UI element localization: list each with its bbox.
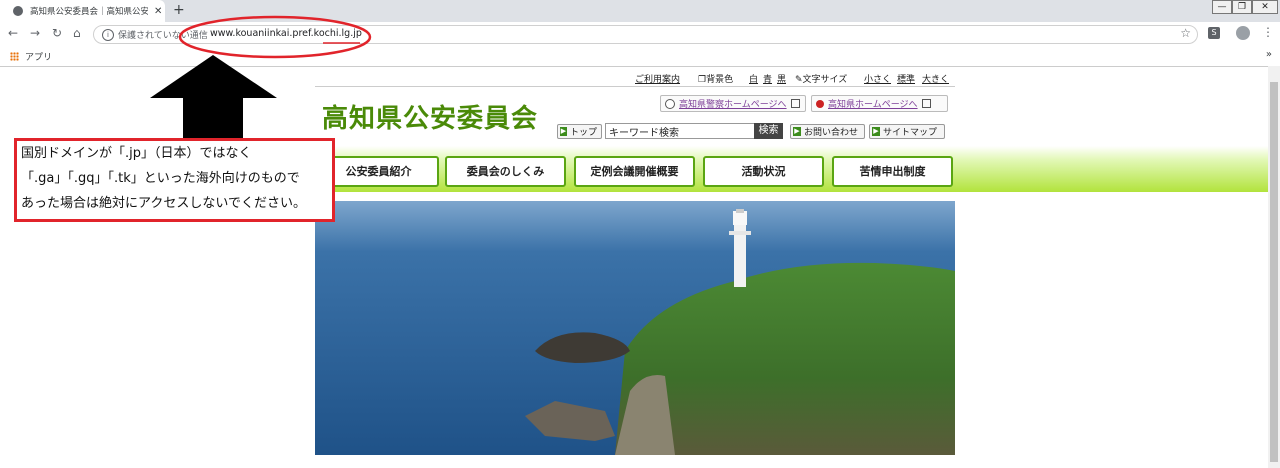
- nav-committee-structure[interactable]: 委員会のしくみ: [445, 156, 566, 187]
- tab-close-icon[interactable]: ✕: [154, 6, 162, 17]
- security-status: 保護されていない通信: [118, 31, 208, 41]
- minimize-icon[interactable]: —: [1212, 0, 1232, 14]
- home-icon[interactable]: ⌂: [73, 26, 81, 40]
- arrow-up-icon: [150, 55, 277, 140]
- pref-emblem-icon: [816, 99, 824, 108]
- warning-annotation: 国別ドメインが「.jp」（日本）ではなく 「.ga」「.gq」「.tk」といった…: [14, 138, 335, 222]
- play-icon: [665, 98, 675, 109]
- top-button[interactable]: ▶ トップ: [557, 124, 602, 139]
- arrow-right-icon: ▶: [872, 127, 880, 136]
- bookmarks-more[interactable]: »: [1266, 49, 1272, 60]
- bgcolor-text: 背景色: [706, 75, 734, 85]
- size-standard-link[interactable]: 標準: [897, 72, 915, 85]
- arrow-right-icon: ▶: [793, 127, 801, 136]
- tab-title: 高知県公安委員会｜高知県公安委: [30, 7, 148, 17]
- police-homepage-link[interactable]: 高知県警察ホームページへ: [660, 95, 806, 112]
- address-bar[interactable]: i 保護されていない通信 www.kouaniinkai.pref.kochi.…: [93, 25, 1198, 44]
- bg-black-link[interactable]: 黒: [777, 72, 786, 85]
- external-window-icon: [790, 99, 800, 108]
- external-window-icon: [921, 99, 931, 108]
- sitemap-button-label: サイトマップ: [883, 128, 938, 138]
- police-link-text: 高知県警察ホームページへ: [679, 100, 787, 110]
- globe-icon: [13, 6, 23, 16]
- extension-icon[interactable]: S: [1208, 27, 1220, 39]
- scrollbar-thumb[interactable]: [1270, 82, 1278, 462]
- forward-icon[interactable]: →: [30, 26, 40, 40]
- nav-complaints[interactable]: 苦情申出制度: [832, 156, 953, 187]
- cape-lighthouse-illustration: [315, 201, 955, 455]
- arrow-right-icon: ▶: [560, 127, 567, 136]
- browser-tab[interactable]: 高知県公安委員会｜高知県公安委 ✕: [0, 0, 165, 22]
- close-window-icon[interactable]: ✕: [1252, 0, 1278, 14]
- fontsize-text: 文字サイズ: [802, 75, 848, 85]
- apps-bookmark[interactable]: アプリ: [25, 50, 52, 63]
- guide-link[interactable]: ご利用案内: [635, 72, 680, 85]
- restore-icon[interactable]: ❐: [1232, 0, 1252, 14]
- sitemap-button[interactable]: ▶ サイトマップ: [869, 124, 945, 139]
- nav-activities[interactable]: 活動状況: [703, 156, 824, 187]
- search-input[interactable]: [605, 123, 755, 139]
- bgcolor-label: ❐背景色: [698, 72, 733, 85]
- site-title[interactable]: 高知県公安委員会: [322, 98, 538, 135]
- profile-avatar-icon[interactable]: [1236, 26, 1250, 40]
- url-text[interactable]: www.kouaniinkai.pref.kochi.lg.jp: [210, 28, 362, 39]
- annotation-line-1: 国別ドメインが「.jp」（日本）ではなく: [21, 146, 252, 161]
- size-large-link[interactable]: 大きく: [922, 72, 949, 85]
- pref-homepage-link[interactable]: 高知県ホームページへ: [811, 95, 948, 112]
- annotation-line-2: 「.ga」「.gq」「.tk」といった海外向けのもので: [21, 171, 300, 186]
- new-tab-button[interactable]: +: [173, 2, 185, 18]
- font-size-icon: ✎: [795, 75, 803, 85]
- contact-button-label: お問い合わせ: [804, 128, 859, 138]
- utility-bar: ご利用案内 ❐背景色 白 青 黒 ✎文字サイズ 小さく 標準 大きく: [315, 70, 955, 87]
- back-icon[interactable]: ←: [8, 26, 18, 40]
- reload-icon[interactable]: ↻: [52, 26, 62, 40]
- info-icon[interactable]: i: [102, 29, 114, 41]
- top-button-label: トップ: [569, 128, 597, 138]
- pref-link-text: 高知県ホームページへ: [828, 100, 918, 110]
- tab-strip: 高知県公安委員会｜高知県公安委 ✕ + — ❐ ✕: [0, 0, 1280, 22]
- browser-toolbar: ← → ↻ ⌂ i 保護されていない通信 www.kouaniinkai.pre…: [0, 22, 1280, 48]
- nav-regular-meetings[interactable]: 定例会議開催概要: [574, 156, 695, 187]
- bg-blue-link[interactable]: 青: [763, 72, 772, 85]
- fontsize-label: ✎文字サイズ: [795, 72, 847, 85]
- search-button[interactable]: 検索: [754, 123, 783, 139]
- star-icon[interactable]: ☆: [1180, 26, 1191, 40]
- annotation-line-3: あった場合は絶対にアクセスしないでください。: [21, 196, 306, 211]
- nav-commissioners[interactable]: 公安委員紹介: [318, 156, 439, 187]
- bg-white-link[interactable]: 白: [749, 72, 758, 85]
- apps-grid-icon[interactable]: [10, 52, 19, 61]
- hero-image: [315, 201, 955, 455]
- size-small-link[interactable]: 小さく: [864, 72, 891, 85]
- bookmarks-bar: アプリ »: [0, 47, 1280, 67]
- menu-dots-icon[interactable]: ⋮: [1262, 25, 1274, 39]
- contact-button[interactable]: ▶ お問い合わせ: [790, 124, 865, 139]
- page-icon: ❐: [698, 75, 707, 85]
